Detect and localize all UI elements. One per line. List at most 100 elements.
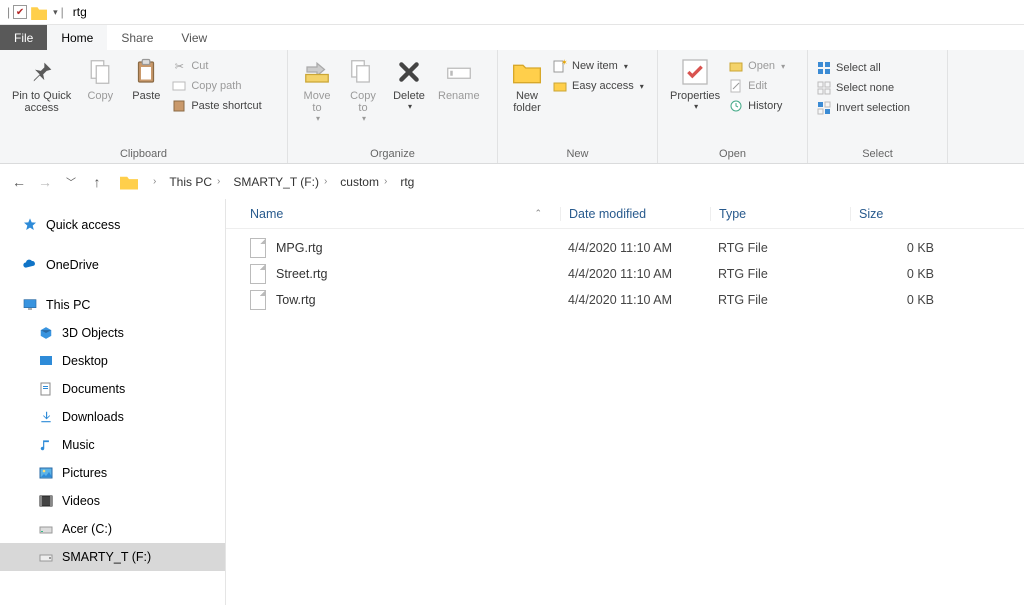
file-icon — [250, 290, 266, 310]
nav-this-pc-label: This PC — [46, 298, 90, 312]
delete-button[interactable]: Delete▾ — [386, 54, 432, 113]
nav-onedrive-label: OneDrive — [46, 258, 99, 272]
qat-dropdown-icon[interactable]: ▾ — [53, 7, 58, 18]
select-none-button[interactable]: Select none — [814, 78, 912, 98]
column-size[interactable]: Size — [850, 207, 950, 221]
tab-file[interactable]: File — [0, 25, 47, 50]
paste-shortcut-button[interactable]: Paste shortcut — [169, 96, 263, 116]
nav-pictures[interactable]: Pictures — [0, 459, 225, 487]
copy-path-button[interactable]: Copy path — [169, 76, 263, 96]
copy-label: Copy — [87, 90, 113, 102]
move-to-button[interactable]: Move to▾ — [294, 54, 340, 125]
nav-recent-dropdown[interactable]: ﹀ — [60, 171, 82, 193]
newitem-icon: ✶ — [552, 58, 568, 74]
nav-this-pc[interactable]: This PC — [0, 291, 225, 319]
breadcrumb-rtg-label: rtg — [400, 175, 414, 189]
tab-share[interactable]: Share — [107, 25, 167, 50]
window-title: rtg — [73, 5, 87, 19]
column-date[interactable]: Date modified — [560, 207, 710, 221]
breadcrumb-drive-label: SMARTY_T (F:) — [233, 175, 319, 189]
paste-button[interactable]: Paste — [123, 54, 169, 104]
new-item-button[interactable]: ✶ New item▾ — [550, 56, 646, 76]
invert-selection-button[interactable]: Invert selection — [814, 98, 912, 118]
easy-access-button[interactable]: Easy access▾ — [550, 76, 646, 96]
star-icon — [22, 217, 38, 233]
pasteshortcut-icon — [171, 98, 187, 114]
rename-button[interactable]: Rename — [432, 54, 486, 104]
breadcrumb-thispc[interactable]: This PC› — [165, 175, 229, 189]
nav-back-button[interactable]: ← — [8, 171, 30, 193]
column-name[interactable]: Name ⌃ — [250, 207, 560, 221]
open-label: Open — [748, 60, 775, 72]
file-size: 0 KB — [850, 241, 950, 255]
file-row[interactable]: Tow.rtg4/4/2020 11:10 AMRTG File0 KB — [226, 287, 1024, 313]
file-row[interactable]: Street.rtg4/4/2020 11:10 AMRTG File0 KB — [226, 261, 1024, 287]
copypath-label: Copy path — [191, 80, 241, 92]
delete-label: Delete — [393, 90, 425, 102]
rename-icon — [443, 56, 475, 88]
pin-to-quick-access-button[interactable]: Pin to Quick access — [6, 54, 77, 116]
nav-acer-c[interactable]: Acer (C:) — [0, 515, 225, 543]
nav-3d-objects[interactable]: 3D Objects — [0, 319, 225, 347]
nav-quick-access[interactable]: Quick access — [0, 211, 225, 239]
tab-view[interactable]: View — [167, 25, 221, 50]
copy-button[interactable]: Copy — [77, 54, 123, 104]
nav-documents-label: Documents — [62, 382, 125, 396]
qat-properties-toggle[interactable]: ✔ — [13, 5, 27, 19]
breadcrumb-drive[interactable]: SMARTY_T (F:)› — [229, 175, 336, 189]
new-folder-button[interactable]: New folder — [504, 54, 550, 116]
address-bar[interactable]: › This PC› SMARTY_T (F:)› custom› rtg — [120, 174, 418, 190]
open-button[interactable]: Open ▾ — [726, 56, 787, 76]
breadcrumb-custom-label: custom — [340, 175, 379, 189]
ribbon-tabs: File Home Share View — [0, 25, 1024, 50]
nav-onedrive[interactable]: OneDrive — [0, 251, 225, 279]
open-caret-icon: ▾ — [781, 62, 785, 71]
nav-documents[interactable]: Documents — [0, 375, 225, 403]
nav-music-label: Music — [62, 438, 95, 452]
newitem-label: New item — [572, 60, 618, 72]
removable-drive-icon — [38, 549, 54, 565]
column-type[interactable]: Type — [710, 207, 850, 221]
select-all-button[interactable]: Select all — [814, 58, 912, 78]
ribbon-group-select: Select all Select none Invert selection … — [808, 50, 948, 163]
nav-smarty-t-f[interactable]: SMARTY_T (F:) — [0, 543, 225, 571]
monitor-icon — [22, 297, 38, 313]
column-name-label: Name — [250, 207, 283, 221]
nav-music[interactable]: Music — [0, 431, 225, 459]
nav-downloads[interactable]: Downloads — [0, 403, 225, 431]
file-name-label: Tow.rtg — [276, 293, 316, 307]
qat-folder-icon[interactable] — [31, 4, 47, 20]
nav-desktop[interactable]: Desktop — [0, 347, 225, 375]
selectall-label: Select all — [836, 62, 881, 74]
tab-home[interactable]: Home — [47, 25, 107, 50]
moveto-caret-icon: ▾ — [316, 114, 320, 123]
properties-label: Properties — [670, 90, 720, 102]
copypath-icon — [171, 78, 187, 94]
cut-button[interactable]: ✂ Cut — [169, 56, 263, 76]
easyaccess-label: Easy access — [572, 80, 634, 92]
copy-to-button[interactable]: Copy to▾ — [340, 54, 386, 125]
breadcrumb-rtg[interactable]: rtg — [396, 175, 418, 189]
nav-up-button[interactable]: ↑ — [86, 171, 108, 193]
moveto-icon — [301, 56, 333, 88]
navigation-pane[interactable]: Quick access OneDrive This PC 3D Objects… — [0, 199, 226, 605]
file-row[interactable]: MPG.rtg4/4/2020 11:10 AMRTG File0 KB — [226, 235, 1024, 261]
history-icon — [728, 98, 744, 114]
breadcrumb-root-caret[interactable]: › — [144, 176, 165, 187]
file-icon — [250, 264, 266, 284]
file-date: 4/4/2020 11:10 AM — [560, 241, 710, 255]
properties-button[interactable]: Properties▾ — [664, 54, 726, 113]
nav-downloads-label: Downloads — [62, 410, 124, 424]
easyaccess-icon — [552, 78, 568, 94]
edit-button[interactable]: Edit — [726, 76, 787, 96]
ribbon-group-clipboard: Pin to Quick access Copy Paste ✂ Cut Cop… — [0, 50, 288, 163]
desktop-icon — [38, 353, 54, 369]
group-label-new: New — [498, 148, 657, 163]
ribbon-group-organize: Move to▾ Copy to▾ Delete▾ Rename Organiz… — [288, 50, 498, 163]
history-button[interactable]: History — [726, 96, 787, 116]
nav-forward-button[interactable]: → — [34, 171, 56, 193]
nav-videos[interactable]: Videos — [0, 487, 225, 515]
qat-sep-2: | — [61, 5, 64, 19]
breadcrumb-custom[interactable]: custom› — [336, 175, 396, 189]
main-area: Quick access OneDrive This PC 3D Objects… — [0, 199, 1024, 605]
